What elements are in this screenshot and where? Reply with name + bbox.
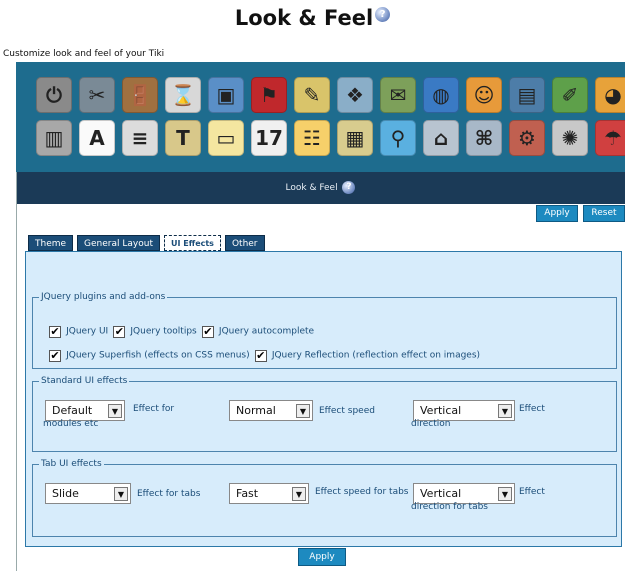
help-icon[interactable]: ? [375,7,391,22]
workspace-icon[interactable]: ⌘ [466,120,502,156]
reset-button[interactable]: Reset [583,205,625,222]
jquery-reflection-label: JQuery Reflection (reflection effect on … [271,350,481,361]
window-icon[interactable]: ▣ [208,77,244,113]
jquery-row-1: ✔ JQuery UI ✔ JQuery tooltips ✔ JQuery a… [49,321,314,340]
tab-effect-select[interactable]: Slide ▼ [45,483,131,504]
standard-speed-select[interactable]: Normal ▼ [229,400,313,421]
tab-bar: Theme General Layout UI Effects Other [28,235,265,251]
standard-ui-legend: Standard UI effects [41,376,128,386]
icon-row-1: ⏻ ✂ 🚪 ⌛ ▣ ⚑ ✎ ❖ ✉ ◍ ☺ ▤ ✐ ◕ [36,77,625,113]
page-title: Look & Feel? [0,6,625,30]
rating-icon[interactable]: ☂ [595,120,625,156]
chevron-down-icon: ▼ [114,487,128,501]
hourglass-icon[interactable]: ⌛ [165,77,201,113]
jquery-autocomplete-checkbox[interactable]: ✔ [201,325,214,338]
section-bar: Look & Feel ? [16,172,625,204]
jquery-tooltips-label: JQuery tooltips [130,326,197,337]
flag-icon[interactable]: ⚑ [251,77,287,113]
categories-icon[interactable]: ❖ [337,77,373,113]
icon-row-2: ▥ A ≡ T ▭ 17 ☷ ▦ ⚲ ⌂ ⌘ ⚙ ✺ ☂ [36,120,625,156]
power-icon[interactable]: ⏻ [36,77,72,113]
tab-direction-label: Effect direction for tabs [411,487,545,512]
comm-icon[interactable]: ⌂ [423,120,459,156]
jquery-legend: JQuery plugins and add-ons [41,292,166,302]
standard-speed-value: Normal [236,404,276,417]
tab-other[interactable]: Other [224,235,265,251]
jquery-autocomplete-label: JQuery autocomplete [218,326,315,337]
admin-icon-panel: ⏻ ✂ 🚪 ⌛ ▣ ⚑ ✎ ❖ ✉ ◍ ☺ ▤ ✐ ◕ ▥ A ≡ T ▭ 17 ☷ ▦ ⚲ ⌂ ⌘ ⚙ ✺ ☂ [16,62,625,172]
notepad-icon[interactable]: ✎ [294,77,330,113]
tab-effect-value: Slide [52,487,79,500]
page-title-text: Look & Feel [234,6,374,30]
globe-icon[interactable]: ◍ [423,77,459,113]
palette-icon[interactable]: ◕ [595,77,625,113]
chevron-down-icon: ▼ [296,404,310,418]
apply-button-top[interactable]: Apply [536,205,578,222]
tab-ui-fieldset: Tab UI effects Slide ▼ Effect for tabs Fa… [32,459,617,537]
search-icon[interactable]: ⚲ [380,120,416,156]
tab-ui-effects[interactable]: UI Effects [163,235,221,251]
jquery-ui-checkbox[interactable]: ✔ [49,325,61,338]
tab-ui-legend: Tab UI effects [41,459,102,469]
section-title: Look & Feel [285,183,338,193]
jquery-row-2: ✔ JQuery Superfish (effects on CSS menus… [49,345,480,364]
jquery-superfish-checkbox[interactable]: ✔ [49,349,61,362]
plugins-icon[interactable]: ⚙ [509,120,545,156]
cards-icon[interactable]: ▥ [36,120,72,156]
users-icon[interactable]: ☺ [466,77,502,113]
text-icon[interactable]: T [165,120,201,156]
section-help-icon[interactable]: ? [342,181,356,194]
standard-direction-label: Effect direction [411,404,545,429]
brain-icon[interactable]: ✺ [552,120,588,156]
left-border [16,172,17,571]
page-subtitle: Customize look and feel of your Tiki [3,49,165,59]
calendar-icon[interactable]: 17 [251,120,287,156]
tab-general-layout[interactable]: General Layout [77,235,160,251]
edit-icon[interactable]: ✐ [552,77,588,113]
login-door-icon[interactable]: 🚪 [122,77,158,113]
jquery-reflection-checkbox[interactable]: ✔ [254,349,267,362]
tools-icon[interactable]: ✂ [79,77,115,113]
font-icon[interactable]: A [79,120,115,156]
tab-content: JQuery plugins and add-ons ✔ JQuery UI ✔… [25,251,622,547]
page-icon[interactable]: ▭ [208,120,244,156]
standard-speed-label: Effect speed [319,406,375,416]
standard-ui-fieldset: Standard UI effects Default ▼ Effect for … [32,376,617,452]
jquery-ui-label: JQuery UI [66,326,109,337]
jquery-superfish-label: JQuery Superfish (effects on CSS menus) [66,350,250,361]
document-icon[interactable]: ▤ [509,77,545,113]
apply-button-bottom[interactable]: Apply [298,548,346,566]
forms-icon[interactable]: ☷ [294,120,330,156]
mail-icon[interactable]: ✉ [380,77,416,113]
list-icon[interactable]: ≡ [122,120,158,156]
jquery-fieldset: JQuery plugins and add-ons ✔ JQuery UI ✔… [32,292,617,369]
tab-speed-label: Effect speed for tabs [315,487,409,497]
jquery-tooltips-checkbox[interactable]: ✔ [113,325,126,338]
standard-effect-label: Effect for modules etc [43,404,175,429]
tab-effect-label: Effect for tabs [137,489,201,499]
tracker-icon[interactable]: ▦ [337,120,373,156]
tab-theme[interactable]: Theme [28,235,74,251]
